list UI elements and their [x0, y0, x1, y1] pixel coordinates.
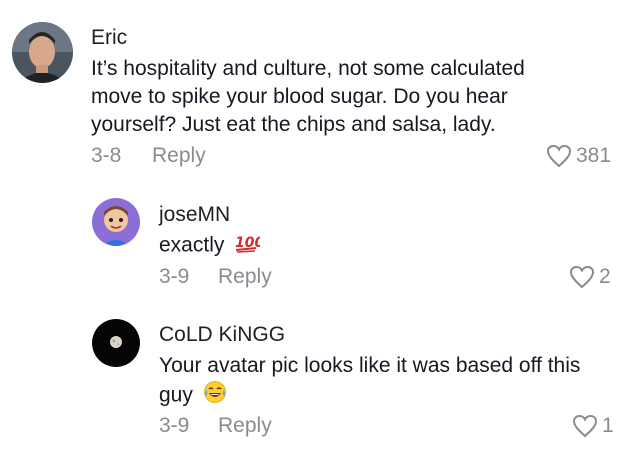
like-button[interactable]: 381 [546, 143, 611, 169]
user-avatar-josemn[interactable] [92, 198, 140, 246]
reply-button[interactable]: Reply [218, 413, 272, 439]
like-button[interactable]: 1 [572, 413, 614, 439]
user-avatar-coldkingg[interactable] [92, 319, 140, 367]
comment-username[interactable]: Eric [91, 25, 127, 51]
comment-text-line: move to spike your blood sugar. Do you h… [91, 85, 508, 108]
reply-button[interactable]: Reply [152, 143, 206, 169]
comment-text: It’s hospitality and culture, not some c… [91, 55, 611, 139]
comment-text: exactly 100 [159, 231, 599, 261]
comment-text-line: guy [159, 383, 193, 407]
user-avatar-eric[interactable] [12, 22, 73, 83]
heart-icon [572, 414, 598, 438]
laughing-tears-emoji-icon [203, 380, 227, 412]
comment-username[interactable]: joseMN [159, 202, 230, 228]
comment-text: Your avatar pic looks like it was based … [159, 352, 619, 412]
heart-icon [569, 265, 595, 289]
like-count: 2 [599, 265, 611, 288]
like-count: 381 [576, 144, 612, 167]
comment-text-line: Your avatar pic looks like it was based … [159, 354, 581, 377]
comment-date: 3-9 [159, 414, 190, 437]
like-count: 1 [602, 414, 614, 437]
like-button[interactable]: 2 [569, 264, 611, 290]
reply-button[interactable]: Reply [218, 264, 272, 290]
heart-icon [546, 144, 572, 168]
comment-text-line: exactly [159, 233, 225, 257]
hundred-points-emoji-icon: 100 [234, 231, 265, 261]
comment-date: 3-8 [91, 144, 122, 167]
comment-text-line: yourself? Just eat the chips and salsa, … [91, 113, 496, 136]
comment-username[interactable]: CoLD KiNGG [159, 322, 285, 348]
comment-text-line: It’s hospitality and culture, not some c… [91, 57, 525, 80]
comment-date: 3-9 [159, 265, 190, 288]
